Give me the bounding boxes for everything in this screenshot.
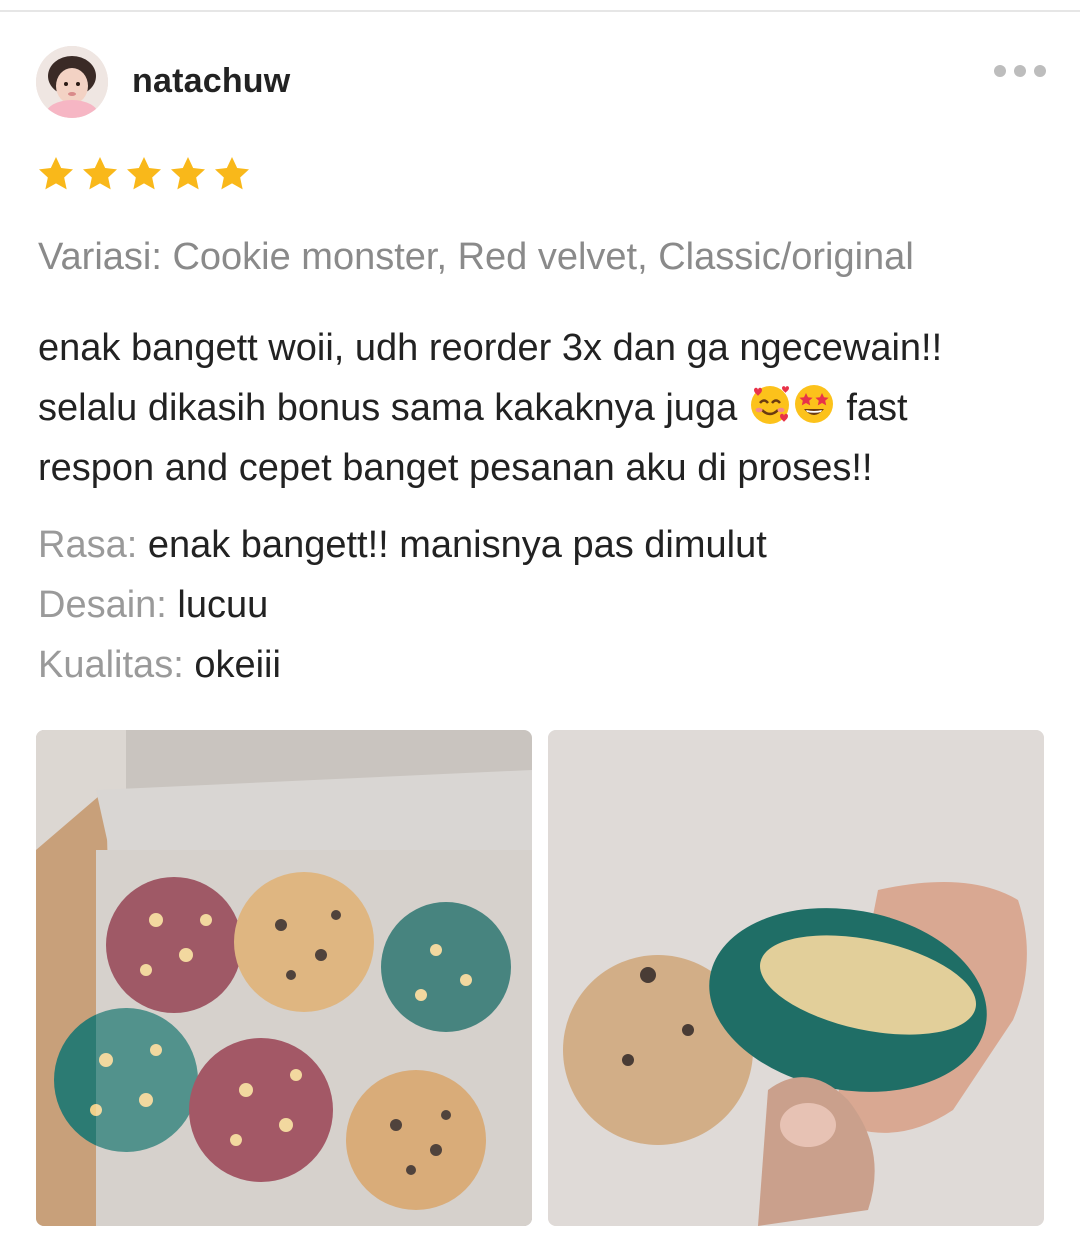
star-struck-icon	[794, 385, 833, 423]
star-icon	[127, 157, 161, 190]
star-icon	[215, 157, 249, 190]
review-line-2-text: selalu dikasih bonus sama kakaknya juga	[38, 387, 748, 429]
top-divider	[0, 10, 1080, 12]
avatar[interactable]	[36, 46, 108, 118]
attribute-label: Kualitas:	[38, 644, 184, 686]
variation-text: Variasi: Cookie monster, Red velvet, Cla…	[38, 236, 914, 278]
review-photo-2[interactable]	[548, 730, 1044, 1226]
attribute-value: enak bangett!! manisnya pas dimulut	[147, 524, 767, 566]
review-text: enak bangett woii, udh reorder 3x dan ga…	[38, 318, 1048, 498]
attribute-desain: Desain: lucuu	[38, 584, 268, 627]
more-options-icon[interactable]	[994, 64, 1046, 78]
attribute-label: Desain:	[38, 584, 167, 626]
star-icon	[83, 157, 117, 190]
review-line-3: respon and cepet banget pesanan aku di p…	[38, 447, 873, 489]
attribute-kualitas: Kualitas: okeiii	[38, 644, 281, 687]
attribute-rasa: Rasa: enak bangett!! manisnya pas dimulu…	[38, 524, 767, 567]
cookie-held-image	[548, 730, 1044, 1226]
username[interactable]: natachuw	[132, 62, 290, 101]
review-line-2-end: fast	[835, 387, 908, 429]
review-photo-1[interactable]	[36, 730, 532, 1226]
star-icon	[171, 157, 205, 190]
review-line-2: selalu dikasih bonus sama kakaknya juga …	[38, 378, 1048, 438]
smiling-face-with-hearts-icon	[750, 386, 789, 424]
avatar-image	[36, 46, 108, 118]
rating-stars	[36, 154, 252, 194]
cookie-box-image	[36, 730, 532, 1226]
star-icon	[39, 157, 73, 190]
attribute-label: Rasa:	[38, 524, 138, 566]
review-line-1: enak bangett woii, udh reorder 3x dan ga…	[38, 327, 943, 369]
attribute-value: lucuu	[177, 584, 269, 626]
attribute-value: okeiii	[194, 644, 281, 686]
